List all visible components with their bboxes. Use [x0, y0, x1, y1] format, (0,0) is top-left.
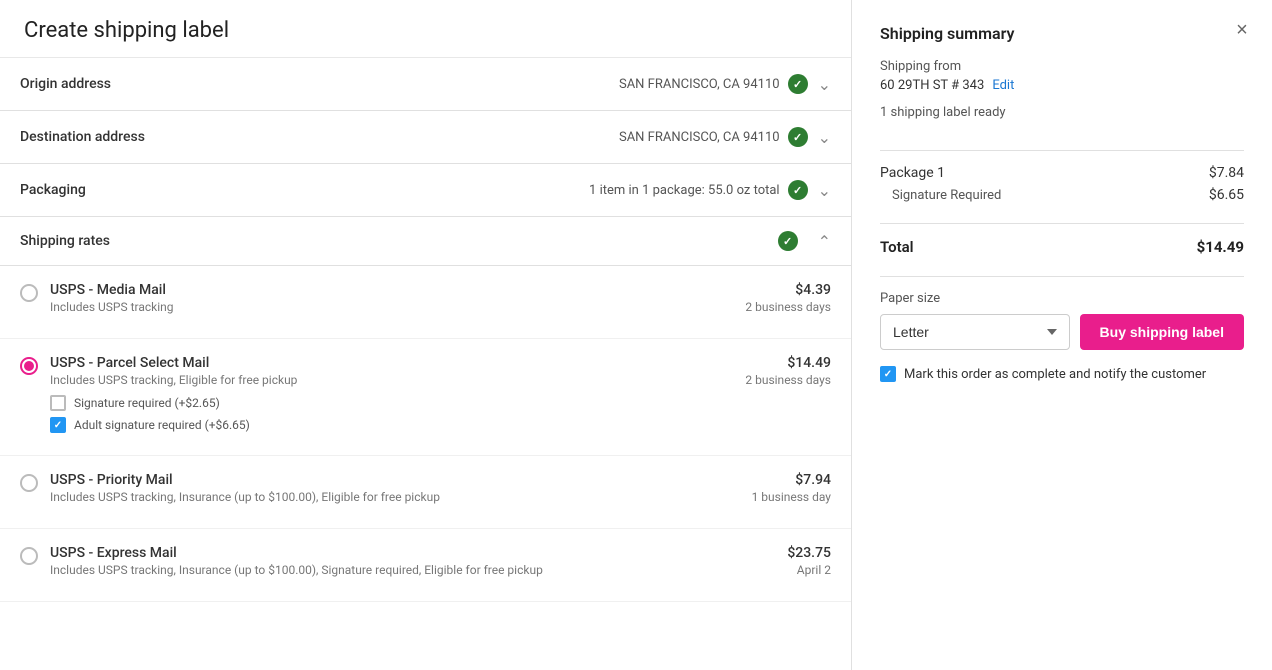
rate-name: USPS - Express Mail [50, 545, 709, 561]
summary-divider-2 [880, 223, 1244, 224]
notify-label: Mark this order as complete and notify t… [904, 367, 1206, 382]
rate-description: Includes USPS tracking, Insurance (up to… [50, 563, 709, 577]
notify-row: Mark this order as complete and notify t… [880, 366, 1244, 382]
close-button[interactable]: × [1226, 14, 1258, 46]
rate-radio-button[interactable] [20, 547, 38, 565]
left-panel: Create shipping label Origin address SAN… [0, 0, 852, 670]
rate-name: USPS - Priority Mail [50, 472, 709, 488]
rate-item: USPS - Parcel Select Mail Includes USPS … [0, 339, 851, 456]
modal-title: Create shipping label [24, 18, 827, 43]
destination-check-icon [788, 127, 808, 147]
rate-price: $7.94 [721, 472, 831, 488]
rate-price: $4.39 [721, 282, 831, 298]
origin-check-icon [788, 74, 808, 94]
summary-signature-label: Signature Required [880, 188, 1001, 203]
summary-signature-price: $6.65 [1209, 187, 1244, 203]
rate-radio-button[interactable] [20, 357, 38, 375]
rates-list: USPS - Media Mail Includes USPS tracking… [0, 266, 851, 602]
rate-price-col: $4.39 2 business days [721, 282, 831, 314]
rates-header[interactable]: Shipping rates ⌃ [0, 217, 851, 266]
packaging-check-icon [788, 180, 808, 200]
origin-section: Origin address SAN FRANCISCO, CA 94110 ⌄ [0, 58, 851, 111]
origin-label: Origin address [20, 76, 180, 92]
rate-item: USPS - Media Mail Includes USPS tracking… [0, 266, 851, 339]
summary-address: 60 29TH ST # 343 [880, 78, 984, 93]
rate-time: April 2 [721, 563, 831, 577]
paper-size-label: Paper size [880, 291, 1244, 306]
rates-label: Shipping rates [20, 233, 778, 249]
summary-ready: 1 shipping label ready [880, 105, 1244, 120]
rate-name: USPS - Parcel Select Mail [50, 355, 709, 371]
packaging-chevron-icon: ⌄ [818, 181, 831, 200]
rate-time: 2 business days [721, 373, 831, 387]
rates-header-right: ⌃ [778, 231, 831, 251]
rate-radio-button[interactable] [20, 284, 38, 302]
addon-label: Adult signature required (+$6.65) [74, 418, 250, 432]
buy-shipping-label-button[interactable]: Buy shipping label [1080, 314, 1244, 350]
right-panel: Shipping summary Shipping from 60 29TH S… [852, 0, 1272, 670]
destination-accordion-header[interactable]: Destination address SAN FRANCISCO, CA 94… [0, 111, 851, 163]
addon-label: Signature required (+$2.65) [74, 396, 220, 410]
summary-package-label: Package 1 [880, 165, 945, 181]
summary-package-line: Package 1 $7.84 [880, 165, 1244, 181]
rate-time: 2 business days [721, 300, 831, 314]
rate-radio-button[interactable] [20, 474, 38, 492]
summary-title: Shipping summary [880, 24, 1244, 43]
destination-value: SAN FRANCISCO, CA 94110 [619, 130, 780, 145]
rates-chevron-icon: ⌃ [818, 232, 831, 251]
packaging-label: Packaging [20, 182, 180, 198]
rate-price: $23.75 [721, 545, 831, 561]
summary-from: Shipping from [880, 59, 1244, 74]
packaging-accordion-header[interactable]: Packaging 1 item in 1 package: 55.0 oz t… [0, 164, 851, 216]
summary-divider-1 [880, 150, 1244, 151]
addon-checkbox[interactable] [50, 417, 66, 433]
rate-price-col: $14.49 2 business days [721, 355, 831, 387]
destination-value-row: SAN FRANCISCO, CA 94110 [180, 127, 808, 147]
left-scroll: Origin address SAN FRANCISCO, CA 94110 ⌄… [0, 58, 851, 670]
addon-row: Signature required (+$2.65) [50, 395, 709, 411]
rate-item: USPS - Express Mail Includes USPS tracki… [0, 529, 851, 602]
notify-checkbox[interactable] [880, 366, 896, 382]
summary-total-price: $14.49 [1197, 238, 1244, 256]
summary-address-row: 60 29TH ST # 343 Edit [880, 78, 1244, 93]
origin-accordion-header[interactable]: Origin address SAN FRANCISCO, CA 94110 ⌄ [0, 58, 851, 110]
rate-price: $14.49 [721, 355, 831, 371]
packaging-value: 1 item in 1 package: 55.0 oz total [589, 183, 780, 198]
rate-info: USPS - Priority Mail Includes USPS track… [50, 472, 709, 512]
modal-header: Create shipping label [0, 0, 851, 58]
destination-section: Destination address SAN FRANCISCO, CA 94… [0, 111, 851, 164]
rate-price-col: $7.94 1 business day [721, 472, 831, 504]
summary-package-price: $7.84 [1209, 165, 1244, 181]
rate-price-col: $23.75 April 2 [721, 545, 831, 577]
shipping-rates-section: Shipping rates ⌃ USPS - Media Mail Inclu… [0, 217, 851, 602]
rate-info: USPS - Parcel Select Mail Includes USPS … [50, 355, 709, 439]
summary-total-line: Total $14.49 [880, 238, 1244, 256]
packaging-value-row: 1 item in 1 package: 55.0 oz total [180, 180, 808, 200]
rate-info: USPS - Express Mail Includes USPS tracki… [50, 545, 709, 585]
origin-value: SAN FRANCISCO, CA 94110 [619, 77, 780, 92]
edit-address-link[interactable]: Edit [992, 78, 1014, 93]
rate-name: USPS - Media Mail [50, 282, 709, 298]
rate-item: USPS - Priority Mail Includes USPS track… [0, 456, 851, 529]
rate-description: Includes USPS tracking [50, 300, 709, 314]
summary-total-label: Total [880, 238, 914, 256]
summary-signature-line: Signature Required $6.65 [880, 187, 1244, 203]
addon-row: Adult signature required (+$6.65) [50, 417, 709, 433]
paper-size-select[interactable]: Letter 4x6 [880, 314, 1070, 350]
rate-description: Includes USPS tracking, Eligible for fre… [50, 373, 709, 387]
summary-divider-3 [880, 276, 1244, 277]
rate-time: 1 business day [721, 490, 831, 504]
modal-container: Create shipping label Origin address SAN… [0, 0, 1272, 670]
origin-value-row: SAN FRANCISCO, CA 94110 [180, 74, 808, 94]
paper-size-row: Letter 4x6 Buy shipping label [880, 314, 1244, 350]
destination-label: Destination address [20, 129, 180, 145]
rate-info: USPS - Media Mail Includes USPS tracking [50, 282, 709, 322]
origin-chevron-icon: ⌄ [818, 75, 831, 94]
rate-description: Includes USPS tracking, Insurance (up to… [50, 490, 709, 504]
destination-chevron-icon: ⌄ [818, 128, 831, 147]
addon-checkbox[interactable] [50, 395, 66, 411]
rates-check-icon [778, 231, 798, 251]
packaging-section: Packaging 1 item in 1 package: 55.0 oz t… [0, 164, 851, 217]
